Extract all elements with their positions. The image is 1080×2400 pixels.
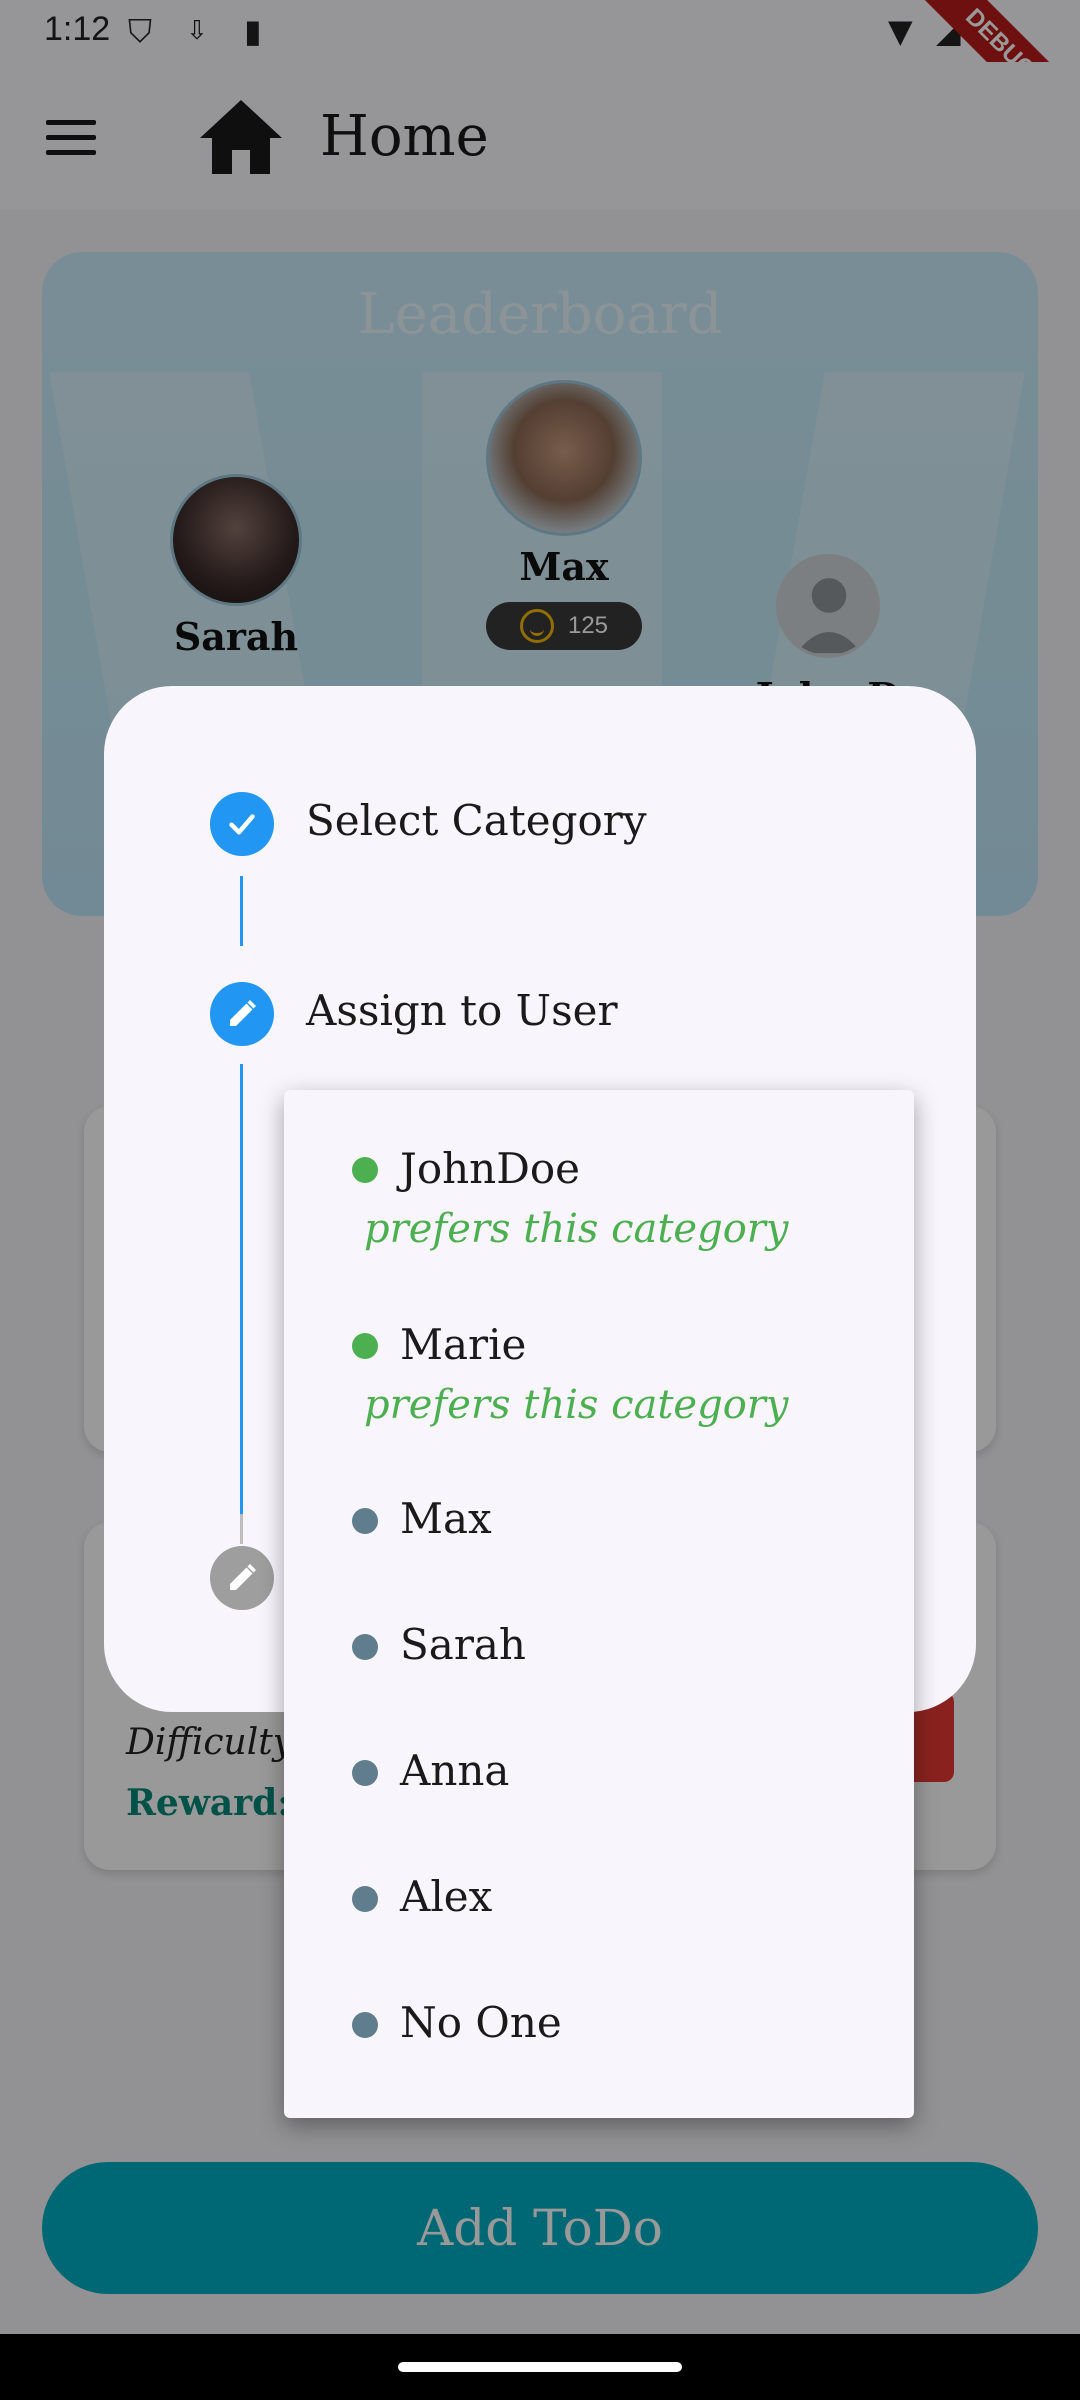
status-dot: [352, 2012, 378, 2038]
user-option-no-one[interactable]: No One: [284, 1950, 914, 2090]
user-option-max[interactable]: Max: [284, 1446, 914, 1572]
user-option-anna[interactable]: Anna: [284, 1698, 914, 1824]
status-dot: [352, 1157, 378, 1183]
status-dot: [352, 1508, 378, 1534]
status-dot: [352, 1333, 378, 1359]
status-dot: [352, 1634, 378, 1660]
step-1-label[interactable]: Select Category: [306, 796, 647, 845]
user-option-marie[interactable]: Marie prefers this category: [284, 1266, 914, 1446]
step-3-edit-icon[interactable]: [210, 1546, 274, 1610]
step-connector: [240, 1064, 243, 1514]
step-connector: [240, 1514, 243, 1544]
user-option-sarah[interactable]: Sarah: [284, 1572, 914, 1698]
user-option-name: Alex: [400, 1872, 493, 1921]
preference-note: prefers this category: [364, 1206, 789, 1252]
user-option-name: Sarah: [400, 1620, 526, 1669]
step-1-check-icon[interactable]: [210, 792, 274, 856]
user-option-alex[interactable]: Alex: [284, 1824, 914, 1950]
status-dot: [352, 1886, 378, 1912]
step-connector: [240, 876, 243, 946]
preference-note: prefers this category: [364, 1382, 789, 1428]
step-2-label[interactable]: Assign to User: [306, 986, 618, 1035]
navigation-bar: [0, 2334, 1080, 2400]
user-option-name: No One: [400, 1998, 562, 2047]
home-gesture-handle[interactable]: [398, 2362, 682, 2372]
user-option-name: Max: [400, 1494, 492, 1543]
status-dot: [352, 1760, 378, 1786]
user-option-name: Anna: [400, 1746, 510, 1795]
user-option-name: Marie: [400, 1320, 527, 1369]
user-option-name: JohnDoe: [400, 1144, 581, 1193]
assign-user-dropdown: JohnDoe prefers this category Marie pref…: [284, 1090, 914, 2118]
step-2-edit-icon[interactable]: [210, 982, 274, 1046]
user-option-johndoe[interactable]: JohnDoe prefers this category: [284, 1090, 914, 1266]
